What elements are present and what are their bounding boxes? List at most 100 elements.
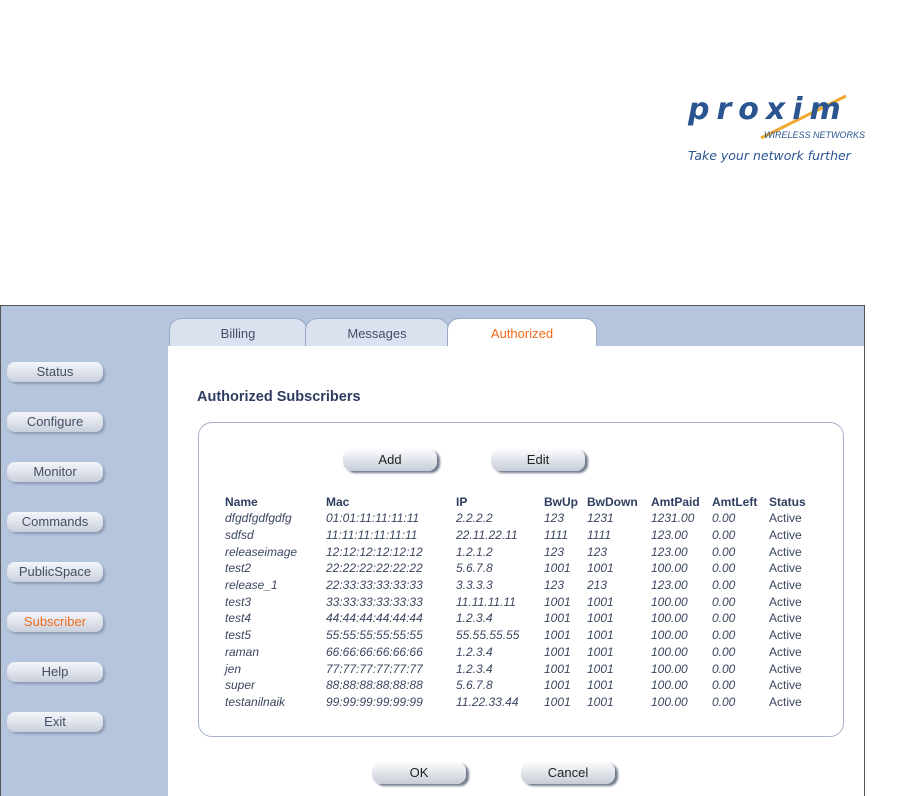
cell-ip: 3.3.3.3 xyxy=(456,578,493,593)
cell-amtpaid: 123.00 xyxy=(651,544,688,559)
ok-button[interactable]: OK xyxy=(372,762,466,784)
cell-amtpaid: 1231.00 xyxy=(651,511,695,526)
page-title: Authorized Subscribers xyxy=(197,389,361,405)
cell-bwdown: 213 xyxy=(587,578,608,593)
tab-billing[interactable]: Billing xyxy=(169,318,307,346)
cell-amtleft: 0.00 xyxy=(712,678,736,693)
cell-status: Active xyxy=(769,561,802,576)
cell-status: Active xyxy=(769,678,802,693)
cell-bwdown: 123 xyxy=(587,544,608,559)
cell-ip: 1.2.1.2 xyxy=(456,544,493,559)
cell-amtpaid: 123.00 xyxy=(651,528,688,543)
edit-button[interactable]: Edit xyxy=(491,449,585,471)
cell-bwup: 123 xyxy=(544,544,565,559)
cell-bwup: 1001 xyxy=(544,628,571,643)
cell-amtpaid: 100.00 xyxy=(651,611,688,626)
cell-status: Active xyxy=(769,694,802,709)
cell-amtleft: 0.00 xyxy=(712,528,736,543)
cell-mac: 22:22:22:22:22:22 xyxy=(326,561,423,576)
sidebar-commands[interactable]: Commands xyxy=(7,512,103,532)
table-row[interactable]: sdfsd 11:11:11:11:11:11 22.11.22.11 1111 111… xyxy=(222,527,816,544)
sidebar-help[interactable]: Help xyxy=(7,662,103,682)
cell-bwup: 1111 xyxy=(544,528,569,543)
cell-mac: 33:33:33:33:33:33 xyxy=(326,594,423,609)
sidebar-status[interactable]: Status xyxy=(7,362,103,382)
cell-status: Active xyxy=(769,544,802,559)
cell-bwup: 1001 xyxy=(544,561,571,576)
table-row[interactable]: super 88:88:88:88:88:88 5.6.7.8 1001 1001 100… xyxy=(222,677,816,694)
cell-bwdown: 1001 xyxy=(587,628,614,643)
table-row[interactable]: test3 33:33:33:33:33:33 11.11.11.11 1001 100… xyxy=(222,593,816,610)
cell-bwdown: 1001 xyxy=(587,611,614,626)
cell-status: Active xyxy=(769,644,802,659)
cell-ip: 1.2.3.4 xyxy=(456,644,493,659)
cell-amtpaid: 100.00 xyxy=(651,628,688,643)
cell-amtleft: 0.00 xyxy=(712,594,736,609)
sidebar-monitor[interactable]: Monitor xyxy=(7,462,103,482)
cell-status: Active xyxy=(769,528,802,543)
cancel-button[interactable]: Cancel xyxy=(521,762,615,784)
cell-status: Active xyxy=(769,578,802,593)
cell-name: test3 xyxy=(225,594,252,609)
cell-ip: 5.6.7.8 xyxy=(456,561,493,576)
cell-mac: 88:88:88:88:88:88 xyxy=(326,678,423,693)
cell-amtleft: 0.00 xyxy=(712,628,736,643)
cell-name: test2 xyxy=(225,561,252,576)
cell-amtleft: 0.00 xyxy=(712,661,736,676)
cell-name: releaseimage xyxy=(225,544,298,559)
table-row[interactable]: testanilnaik 99:99:99:99:99:99 11.22.33.44… xyxy=(222,694,816,711)
cell-mac: 55:55:55:55:55:55 xyxy=(326,628,423,643)
add-button[interactable]: Add xyxy=(343,449,437,471)
cell-mac: 66:66:66:66:66:66 xyxy=(326,644,423,659)
table-row[interactable]: dfgdfgdfgdfg 01:01:11:11:11:11 2.2.2.2 123 1… xyxy=(222,510,816,527)
cell-name: testanilnaik xyxy=(225,694,286,709)
table-row[interactable]: test2 22:22:22:22:22:22 5.6.7.8 1001 1001 100… xyxy=(222,560,816,577)
cell-bwup: 1001 xyxy=(544,594,571,609)
cell-bwup: 1001 xyxy=(544,678,571,693)
table-row[interactable]: release_1 22:33:33:33:33:33 3.3.3.3 123 213 1… xyxy=(222,577,816,594)
column-header: IP xyxy=(456,494,468,509)
cell-ip: 11.11.11.11 xyxy=(456,594,516,609)
column-header: Mac xyxy=(326,494,350,509)
cell-mac: 44:44:44:44:44:44 xyxy=(326,611,423,626)
cell-status: Active xyxy=(769,511,802,526)
cell-ip: 1.2.3.4 xyxy=(456,611,493,626)
cell-amtpaid: 100.00 xyxy=(651,661,688,676)
cell-bwup: 1001 xyxy=(544,661,571,676)
cell-ip: 22.11.22.11 xyxy=(456,528,518,543)
cell-amtleft: 0.00 xyxy=(712,544,736,559)
cell-bwup: 123 xyxy=(544,511,565,526)
table-row[interactable]: test4 44:44:44:44:44:44 1.2.3.4 1001 1001 100… xyxy=(222,610,816,627)
table-row[interactable]: raman 66:66:66:66:66:66 1.2.3.4 1001 1001 100… xyxy=(222,644,816,661)
column-header: Status xyxy=(769,494,806,509)
sidebar-configure[interactable]: Configure xyxy=(7,412,103,432)
cell-status: Active xyxy=(769,628,802,643)
cell-amtpaid: 100.00 xyxy=(651,694,688,709)
cell-bwdown: 1001 xyxy=(587,661,614,676)
logo-word: proxim xyxy=(688,92,848,127)
cell-name: raman xyxy=(225,644,260,659)
sidebar-subscriber[interactable]: Subscriber xyxy=(7,612,103,632)
cell-bwup: 1001 xyxy=(544,694,571,709)
tab-authorized[interactable]: Authorized xyxy=(447,318,597,347)
cell-ip: 1.2.3.4 xyxy=(456,661,493,676)
cell-name: test4 xyxy=(225,611,252,626)
sidebar-publicspace[interactable]: PublicSpace xyxy=(7,562,103,582)
cell-name: super xyxy=(225,678,256,693)
cell-amtleft: 0.00 xyxy=(712,644,736,659)
table-row[interactable]: test5 55:55:55:55:55:55 55.55.55.55 1001 100… xyxy=(222,627,816,644)
cell-amtleft: 0.00 xyxy=(712,511,736,526)
cell-status: Active xyxy=(769,661,802,676)
column-header: AmtLeft xyxy=(712,494,758,509)
cell-mac: 01:01:11:11:11:11 xyxy=(326,511,420,526)
tab-messages[interactable]: Messages xyxy=(305,318,449,346)
sidebar-exit[interactable]: Exit xyxy=(7,712,103,732)
cell-bwdown: 1001 xyxy=(587,644,614,659)
subscribers-table: Name Mac IP BwUp BwDown AmtPaid AmtLeft Status … xyxy=(222,493,816,710)
table-row[interactable]: jen 77:77:77:77:77:77 1.2.3.4 1001 1001 100.0… xyxy=(222,660,816,677)
cell-amtleft: 0.00 xyxy=(712,694,736,709)
cell-ip: 2.2.2.2 xyxy=(456,511,493,526)
table-row[interactable]: releaseimage 12:12:12:12:12:12 1.2.1.2 123 1… xyxy=(222,543,816,560)
cell-name: dfgdfgdfgdfg xyxy=(225,511,292,526)
cell-amtpaid: 123.00 xyxy=(651,578,688,593)
